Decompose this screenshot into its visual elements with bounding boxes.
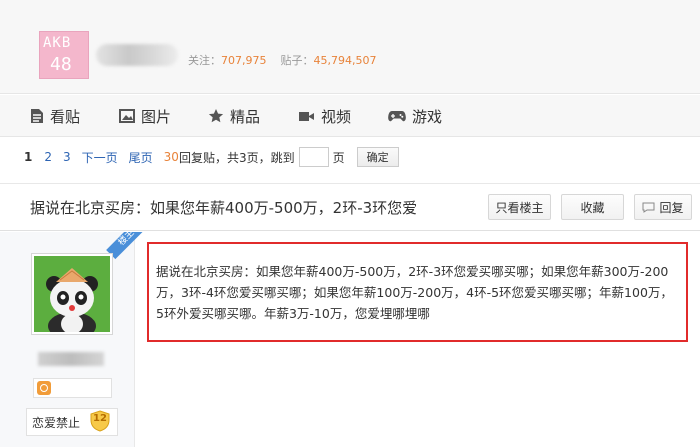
follow-label: 关注： <box>188 54 221 67</box>
nav-tab-posts-label: 看贴 <box>50 107 81 126</box>
forum-header: AKB 48 关注：707,975 贴子：45,794,507 <box>0 0 700 94</box>
reply-count: 30 <box>163 150 179 164</box>
forum-name-blurred <box>96 44 178 66</box>
nav-tab-games[interactable]: 游戏 <box>388 106 442 126</box>
reply-button-label: 回复 <box>659 200 684 215</box>
avatar[interactable] <box>31 253 113 335</box>
video-icon <box>299 111 314 121</box>
post-text: 据说在北京买房：如果您年薪400万-500万，2环-3环您爱买哪买哪；如果您年薪… <box>156 264 673 321</box>
pager-summary: 回复贴，共3页，跳到 <box>178 150 295 165</box>
thread-title: 据说在北京买房：如果您年薪400万-500万，2环-3环您爱 <box>30 199 418 217</box>
forum-logo[interactable]: AKB 48 <box>39 31 89 79</box>
username-blurred[interactable] <box>38 352 104 366</box>
nav-tab-featured-label: 精品 <box>230 107 261 126</box>
nav-tab-videos-label: 视频 <box>321 107 352 126</box>
last-page-link[interactable]: 尾页 <box>129 149 153 166</box>
follow-count: 707,975 <box>221 54 267 67</box>
page-link-3[interactable]: 3 <box>63 150 71 164</box>
confirm-jump-button[interactable]: 确定 <box>356 147 399 167</box>
star-icon <box>208 109 224 123</box>
nav-tab-posts[interactable]: 看贴 <box>30 106 80 126</box>
nav-tab-featured[interactable]: 精品 <box>208 106 260 126</box>
nav-tab-videos[interactable]: 视频 <box>298 106 351 126</box>
forum-title-tag[interactable]: 恋爱禁止 12 <box>26 408 118 436</box>
member-badge-row <box>33 378 112 398</box>
panda-avatar-image <box>34 256 110 332</box>
favorite-button[interactable]: 收藏 <box>561 194 624 220</box>
comment-icon <box>642 202 655 213</box>
posts-count: 45,794,507 <box>313 54 377 67</box>
image-icon <box>119 109 135 123</box>
gamepad-icon <box>388 110 406 121</box>
member-badge-icon[interactable] <box>37 381 51 395</box>
thread-title-bar: 据说在北京买房：如果您年薪400万-500万，2环-3环您爱 只看楼主 收藏 回… <box>0 183 700 231</box>
forum-stats: 关注：707,975 贴子：45,794,507 <box>188 52 376 68</box>
post-content-highlighted: 据说在北京买房：如果您年薪400万-500万，2环-3环您爱买哪买哪；如果您年薪… <box>147 242 688 342</box>
only-op-button[interactable]: 只看楼主 <box>488 194 551 220</box>
pagination-bar: 1 2 3 下一页 尾页 30 回复贴，共3页，跳到 页 确定 <box>24 145 399 169</box>
nav-tab-images[interactable]: 图片 <box>119 106 171 126</box>
posts-label: 贴子： <box>280 54 314 67</box>
nav-tab-games-label: 游戏 <box>412 107 443 126</box>
logo-text-bottom: 48 <box>50 54 72 75</box>
next-page-link[interactable]: 下一页 <box>82 149 118 166</box>
reply-button[interactable]: 回复 <box>634 194 692 220</box>
logo-text-top: AKB <box>43 35 72 51</box>
current-page: 1 <box>24 150 33 164</box>
page-link-2[interactable]: 2 <box>44 150 52 164</box>
forum-title-label: 恋爱禁止 <box>32 415 81 430</box>
level-badge: 12 <box>89 410 111 432</box>
jump-page-input[interactable] <box>298 147 329 167</box>
forum-nav: 看贴 图片 精品 视频 游戏 <box>0 95 700 137</box>
nav-tab-images-label: 图片 <box>141 107 172 126</box>
document-icon <box>31 109 43 123</box>
level-number: 12 <box>93 413 107 424</box>
page-suffix: 页 <box>332 150 345 165</box>
